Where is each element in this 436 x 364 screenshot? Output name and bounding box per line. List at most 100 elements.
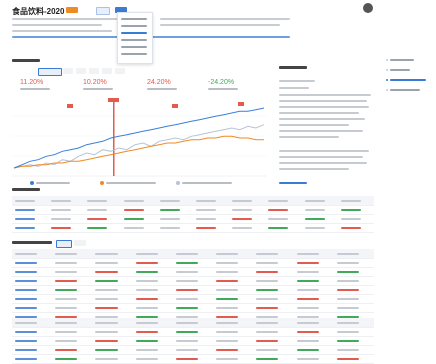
table-cell [15,349,38,351]
line-chart-svg[interactable] [12,96,266,178]
side-link[interactable] [279,182,307,184]
table-cell [95,280,118,282]
legend-swatch[interactable] [176,181,180,185]
legend-swatch[interactable] [100,181,104,185]
table-cell [304,227,325,229]
table-cell [196,227,216,229]
table-header-cell [51,200,72,202]
tab-holdings[interactable] [74,240,86,246]
table-cell [135,262,158,264]
table-cell [196,218,216,220]
menu-item-4[interactable] [121,39,147,41]
table-cell [15,340,38,342]
table-cell [135,271,158,273]
tab-holdings-selected[interactable] [56,240,72,248]
tab-range[interactable] [76,68,86,74]
tag-badge[interactable] [96,7,110,15]
table-cell [296,262,319,264]
nav-dot [386,69,388,71]
tag-links-right[interactable] [160,36,290,38]
table-cell [15,262,38,264]
table-cell [159,209,180,211]
table-cell [55,307,78,309]
table-header-cell [15,322,38,324]
table-cell [95,307,118,309]
table-cell [175,331,198,333]
tab-range[interactable] [115,68,125,74]
side-row [279,150,369,152]
tab-range[interactable] [89,68,99,74]
nav-dot-active [386,79,388,81]
legend-label[interactable] [182,182,232,184]
table-cell [256,349,279,351]
table-cell [135,340,158,342]
meta-line-right-1 [160,18,290,20]
table-header-cell [159,200,180,202]
menu-item-6[interactable] [121,53,147,55]
table-header-cell [55,322,78,324]
table-cell [175,358,198,360]
stat-label [147,88,177,90]
table-cell [216,349,239,351]
table-cell [175,262,198,264]
table-header-cell [256,253,279,255]
table-cell [268,218,289,220]
table-cell [232,227,253,229]
nav-item[interactable] [390,69,410,71]
table-cell [268,227,289,229]
chart-series-line[interactable] [13,135,264,169]
chart-marker-flag [67,104,73,108]
table-cell [135,307,158,309]
table-cell [340,209,361,211]
nav-item[interactable] [390,59,414,61]
table-cell [256,271,279,273]
table-header-cell [340,200,361,202]
table-cell [135,349,158,351]
tab-range[interactable] [102,68,112,74]
table-header-cell [175,322,198,324]
menu-item-2[interactable] [121,25,147,27]
table-cell [95,271,118,273]
table-cell [296,340,319,342]
table-cell [15,331,38,333]
legend-label[interactable] [106,182,156,184]
table-cell [216,307,239,309]
side-row [279,162,367,164]
nav-item-active[interactable] [390,79,426,81]
menu-item-3[interactable] [121,32,147,34]
chart-marker-line [113,102,115,176]
stat-benchmark: 10.20% [83,79,107,86]
nav-item[interactable] [390,89,420,91]
table-header-cell [268,200,289,202]
chart-series-line[interactable] [13,124,265,169]
table-cell [135,331,158,333]
tab-range-selected[interactable] [38,68,62,76]
chart-series-line[interactable] [13,107,265,169]
table-cell [123,209,144,211]
menu-item-1[interactable] [121,18,147,20]
table-row [12,223,374,233]
menu-item-5[interactable] [121,46,147,48]
table-cell [175,289,198,291]
table-cell [336,349,359,351]
table-cell [336,262,359,264]
table-cell [51,227,72,229]
table-header-cell [304,200,325,202]
table-cell [135,298,158,300]
table-cell [216,298,239,300]
table-cell [55,271,78,273]
legend-swatch[interactable] [30,181,34,185]
table-cell [296,349,319,351]
table-header-cell [196,200,216,202]
table-cell [256,331,279,333]
table-header-cell [232,200,253,202]
table-header-cell [135,253,158,255]
table-cell [175,349,198,351]
performance-chart[interactable] [12,96,266,178]
meta-line-2 [12,24,102,26]
legend-label[interactable] [36,182,70,184]
avatar[interactable] [363,3,373,13]
stat-drawdown: -24.20% [208,79,235,86]
tab-range[interactable] [63,68,73,74]
table-cell [296,289,319,291]
